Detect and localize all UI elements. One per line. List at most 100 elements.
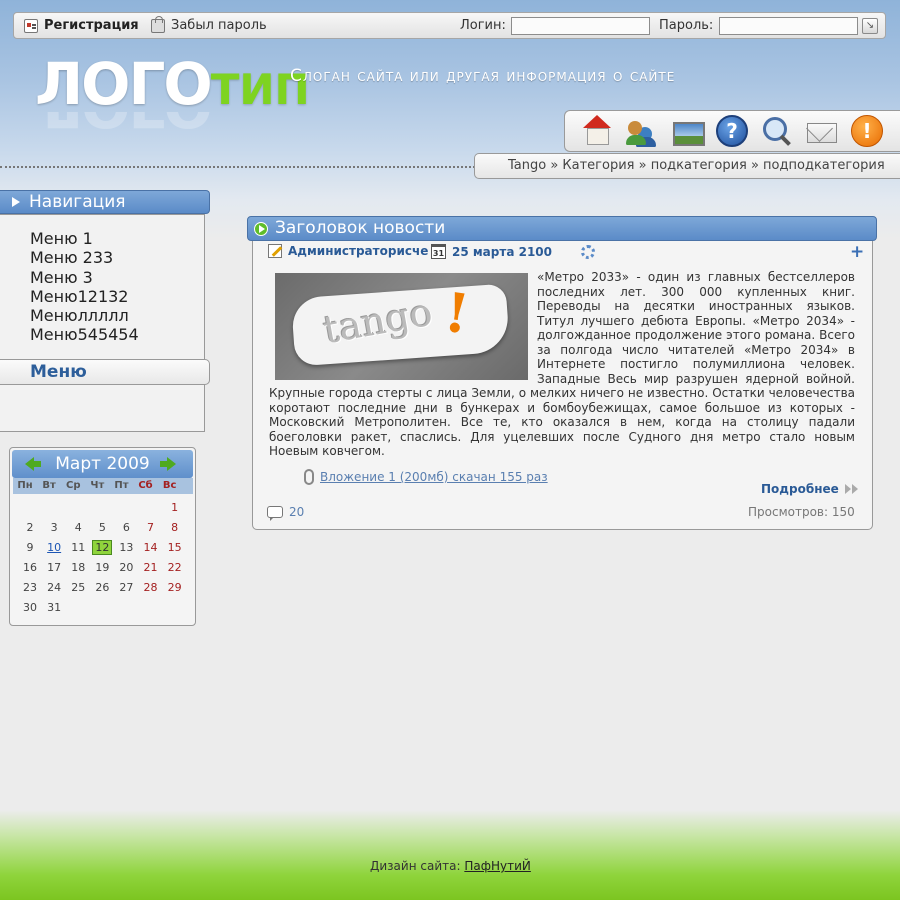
calendar-day[interactable]: 12	[90, 538, 114, 558]
gear-icon[interactable]	[581, 245, 595, 259]
calendar-day: 18	[71, 561, 86, 574]
calendar-day: 7	[147, 521, 155, 534]
site-slogan: Слоган сайта или другая информация о сай…	[290, 66, 676, 86]
logo-reflection-text: ЛОГО	[35, 112, 211, 136]
forgot-password-link[interactable]: Забыл пароль	[151, 15, 267, 33]
calendar-day	[66, 498, 90, 518]
calendar-day: 28	[143, 581, 158, 594]
login-submit-button[interactable]: ↘	[862, 18, 878, 34]
calendar-day: 16	[23, 561, 38, 574]
comment-bubble-icon	[267, 506, 283, 521]
news-author[interactable]: Администраторисче	[268, 244, 428, 258]
news-date: 31 25 марта 2100	[431, 244, 552, 259]
weekday-label: Ср	[65, 480, 81, 491]
home-icon[interactable]	[581, 115, 613, 147]
calendar-day	[163, 598, 187, 618]
calendar-day: 17	[47, 561, 62, 574]
calendar-day	[138, 598, 162, 618]
quick-icon-bar: ? !	[564, 110, 900, 152]
menu-title: Меню	[30, 362, 87, 382]
news-header[interactable]: Заголовок новости	[247, 216, 877, 241]
password-input[interactable]	[719, 17, 858, 35]
attachment-link[interactable]: Вложение 1 (200мб) скачан 155 раз	[304, 469, 548, 485]
calendar-month-title: Март 2009	[55, 454, 150, 474]
calendar-day: 11	[71, 541, 86, 554]
prev-month-arrow-icon[interactable]	[25, 457, 41, 471]
weekday-label: Вт	[42, 480, 56, 491]
weekday-label: Сб	[138, 480, 153, 491]
search-icon[interactable]	[761, 115, 793, 147]
news-date-text: 25 марта 2100	[452, 244, 553, 259]
top-bar: Регистрация Забыл пароль Логин: Пароль: …	[13, 12, 886, 39]
calendar-day: 27	[119, 581, 134, 594]
lock-icon	[151, 15, 165, 33]
calendar-day: 9	[26, 541, 34, 554]
navigation-header: Навигация	[0, 190, 210, 214]
menu-panel	[0, 384, 205, 432]
menu-item[interactable]: Меню 1	[30, 229, 139, 248]
calendar-day: 14	[143, 541, 158, 554]
calendar-icon: 31	[431, 244, 446, 259]
weekday-label: Чт	[90, 480, 105, 491]
calendar-day[interactable]: 10	[42, 538, 66, 558]
forgot-password-label: Забыл пароль	[171, 18, 267, 33]
navigation-menu: Меню 1 Меню 233 Меню 3 Меню12132 Менюллл…	[30, 229, 139, 345]
fast-forward-icon	[844, 484, 859, 494]
calendar-day: 25	[71, 581, 86, 594]
calendar-day	[138, 498, 162, 518]
calendar-header: Март 2009	[12, 450, 193, 478]
comments-link[interactable]: 20	[267, 505, 304, 521]
calendar-day: 30	[23, 601, 38, 614]
edit-icon	[268, 244, 282, 258]
calendar-day	[18, 498, 42, 518]
calendar-weekdays: Пн Вт Ср Чт Пт Сб Вс	[13, 478, 193, 494]
breadcrumb[interactable]: Tango » Категория » подкатегория » подпо…	[474, 153, 900, 179]
password-label: Пароль:	[659, 18, 714, 33]
calendar-day: 24	[47, 581, 62, 594]
calendar-widget: Март 2009 Пн Вт Ср Чт Пт Сб Вс 1 2 3 4 5 6 7 8 9 10 11 12…	[9, 447, 196, 626]
read-more-link[interactable]: Подробнее	[761, 482, 859, 496]
menu-item[interactable]: Меню12132	[30, 287, 139, 306]
calendar-week-row: 16 17 18 19 20 21 22	[18, 558, 193, 578]
menu-header: Меню	[0, 359, 210, 385]
calendar-day	[90, 498, 114, 518]
calendar-day: 6	[122, 521, 130, 534]
menu-item[interactable]: Менюллллл	[30, 306, 139, 325]
calendar-day: 3	[50, 521, 58, 534]
gallery-icon[interactable]	[671, 115, 705, 147]
login-input[interactable]	[511, 17, 650, 35]
calendar-day	[114, 498, 138, 518]
calendar-day: 31	[47, 601, 62, 614]
calendar-day	[90, 598, 114, 618]
menu-item[interactable]: Меню 233	[30, 248, 139, 267]
plus-icon[interactable]: +	[850, 244, 864, 261]
designer-link[interactable]: ПафНутиЙ	[464, 859, 531, 873]
calendar-day	[42, 498, 66, 518]
mail-icon[interactable]	[806, 115, 838, 147]
arrow-right-icon	[254, 222, 268, 236]
calendar-day: 23	[23, 581, 38, 594]
menu-item[interactable]: Меню545454	[30, 325, 139, 344]
calendar-day: 2	[26, 521, 34, 534]
calendar-week-row: 23 24 25 26 27 28 29	[18, 578, 193, 598]
footer-label: Дизайн сайта:	[370, 859, 461, 873]
calendar-day: 29	[167, 581, 182, 594]
calendar-day: 21	[143, 561, 158, 574]
calendar-day: 20	[119, 561, 134, 574]
menu-item[interactable]: Меню 3	[30, 268, 139, 287]
calendar-day: 4	[74, 521, 82, 534]
alert-icon[interactable]: !	[851, 115, 883, 147]
news-author-name: Администраторисче	[288, 244, 429, 258]
read-more-label: Подробнее	[761, 482, 839, 496]
footer: Дизайн сайта: ПафНутиЙ	[370, 859, 531, 873]
weekday-label: Пн	[17, 480, 33, 491]
calendar-day: 22	[167, 561, 182, 574]
next-month-arrow-icon[interactable]	[160, 457, 176, 471]
calendar-day	[114, 598, 138, 618]
help-icon[interactable]: ?	[716, 115, 748, 147]
users-icon[interactable]	[626, 115, 658, 147]
register-link[interactable]: Регистрация	[24, 18, 139, 33]
calendar-day: 5	[98, 521, 106, 534]
calendar-grid: 1 2 3 4 5 6 7 8 9 10 11 12 13 14 15 16 17 18 19 20 21 22 23 24 2…	[18, 498, 193, 618]
navigation-title: Навигация	[29, 192, 126, 212]
